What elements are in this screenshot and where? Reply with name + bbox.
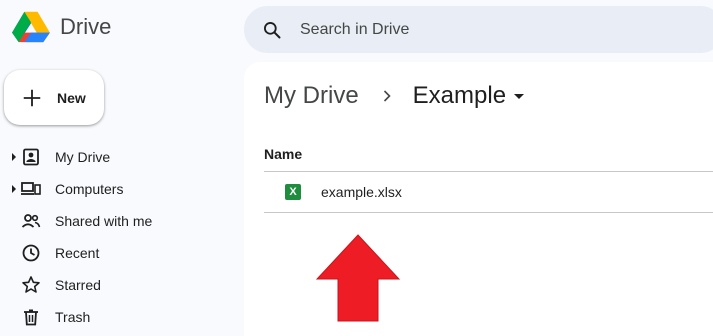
sidebar-item-recent[interactable]: Recent [0, 237, 244, 269]
sidebar-item-trash[interactable]: Trash [0, 301, 244, 333]
divider [264, 212, 713, 213]
shared-icon [21, 211, 41, 231]
breadcrumb-current-label: Example [412, 82, 507, 109]
sidebar-item-label: Recent [55, 245, 100, 261]
sidebar-item-label: My Drive [55, 149, 111, 165]
computers-icon [21, 179, 41, 199]
sidebar-item-label: Computers [55, 181, 124, 197]
column-header-name[interactable]: Name [264, 146, 302, 162]
chevron-right-icon [379, 88, 395, 104]
sidebar-item-label: Trash [55, 309, 91, 325]
breadcrumb: My Drive Example [264, 82, 525, 110]
plus-icon [23, 89, 41, 106]
red-up-arrow-icon [316, 234, 400, 322]
file-name[interactable]: example.xlsx [321, 184, 402, 200]
app-name: Drive [60, 14, 112, 39]
clock-icon [21, 243, 41, 263]
star-icon [21, 275, 41, 295]
new-button-label: New [57, 89, 86, 106]
my-drive-icon [21, 147, 41, 167]
search-input[interactable]: Search in Drive [300, 21, 409, 39]
sidebar-item-label: Starred [55, 277, 101, 293]
sheets-file-icon: X [285, 184, 301, 200]
breadcrumb-my-drive[interactable]: My Drive [264, 82, 359, 110]
sidebar-nav: My Drive Computers Shared with me Recent… [0, 141, 244, 333]
main-content: My Drive Example Name X example.xlsx [244, 62, 713, 336]
sidebar-item-computers[interactable]: Computers [0, 173, 244, 205]
sidebar-item-shared-with-me[interactable]: Shared with me [0, 205, 244, 237]
drive-logo[interactable]: Drive [12, 10, 111, 44]
drive-logo-icon [12, 11, 50, 43]
new-button[interactable]: New [4, 70, 104, 125]
breadcrumb-current-folder[interactable]: Example [412, 82, 525, 110]
sidebar-item-starred[interactable]: Starred [0, 269, 244, 301]
caret-down-icon[interactable] [514, 93, 525, 99]
search-icon[interactable] [262, 20, 282, 40]
sidebar-item-label: Shared with me [55, 213, 153, 229]
file-row[interactable]: X example.xlsx [264, 172, 713, 212]
expand-caret-icon[interactable] [12, 153, 16, 161]
search-bar[interactable]: Search in Drive [244, 6, 713, 53]
sidebar-item-my-drive[interactable]: My Drive [0, 141, 244, 173]
trash-icon [21, 307, 41, 327]
expand-caret-icon[interactable] [12, 185, 16, 193]
